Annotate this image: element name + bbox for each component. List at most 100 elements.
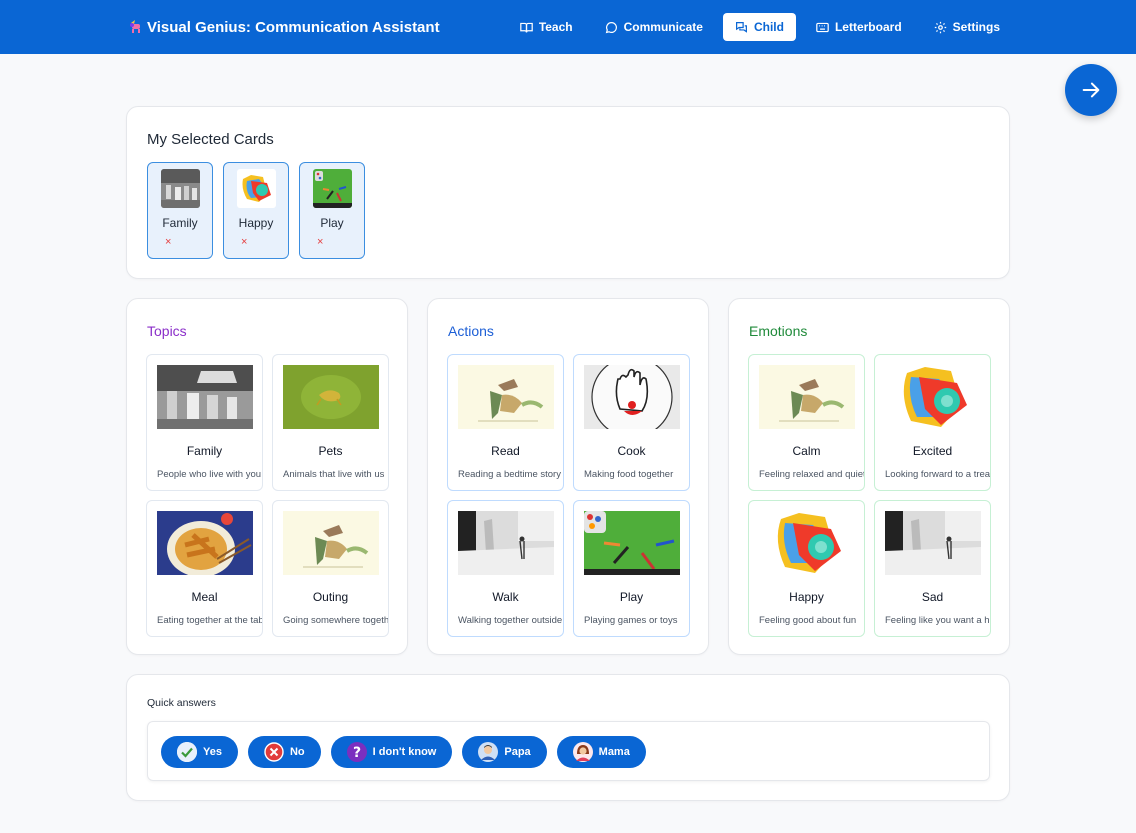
quick-answers-title: Quick answers [147,697,216,709]
answer-dont-know-button[interactable]: ? I don't know [330,736,453,768]
sketch-illustration [458,365,554,429]
nav-letterboard[interactable]: Letterboard [804,13,914,41]
card-grid: Family People who live with you Pets Ani… [146,354,389,637]
family-photo [157,365,253,429]
selected-card-label: Family [162,216,198,230]
nav-teach[interactable]: Teach [508,13,585,41]
app-brand[interactable]: Visual Genius: Communication Assistant [128,0,440,54]
card-description: Playing games or toys [584,615,678,626]
selected-card[interactable]: Happy × [223,162,289,259]
card-tile-walk[interactable]: Walk Walking together outside [447,500,564,637]
pets-photo [283,365,379,429]
answer-no-button[interactable]: No [247,736,321,768]
nav-settings[interactable]: Settings [922,13,1012,41]
answer-yes-button[interactable]: Yes [161,736,238,768]
card-tile-pets[interactable]: Pets Animals that live with us [272,354,389,491]
papa-avatar-icon [478,742,499,762]
card-tile-happy[interactable]: Happy Feeling good about fun [748,500,865,637]
family-photo [161,169,200,208]
answer-mama-button[interactable]: Mama [556,736,646,768]
card-grid: Calm Feeling relaxed and quiet Excited L… [748,354,991,637]
category-title: Actions [448,323,494,339]
selected-card-label: Happy [238,216,274,230]
nav-child[interactable]: Child [722,13,796,41]
check-icon [177,742,197,762]
card-tile-play[interactable]: Play Playing games or toys [573,500,690,637]
nav-communicate[interactable]: Communicate [593,13,715,41]
glove-illustration [584,365,680,429]
card-tile-sad[interactable]: Sad Feeling like you want a hug [874,500,991,637]
meal-photo [157,511,253,575]
svg-text:?: ? [353,745,361,761]
card-tile-excited[interactable]: Excited Looking forward to a treat [874,354,991,491]
selected-cards-list: Family × Happy × Play × [147,162,365,259]
answer-label: Papa [504,746,531,758]
happy-painting [237,169,276,208]
card-title: Happy [789,590,824,604]
selected-card-label: Play [320,216,344,230]
card-tile-meal[interactable]: Meal Eating together at the table [146,500,263,637]
play-photo [584,511,680,575]
selected-card[interactable]: Play × [299,162,365,259]
card-tile-outing[interactable]: Outing Going somewhere together [272,500,389,637]
x-circle-icon [264,742,284,762]
card-title: Calm [792,444,821,458]
nav-label: Teach [538,20,573,34]
gear-icon [934,21,946,33]
card-title: Family [186,444,223,458]
category-title: Topics [147,323,187,339]
answer-papa-button[interactable]: Papa [462,736,547,768]
card-description: Reading a bedtime story [458,469,561,480]
chat-bubbles-icon [735,21,747,33]
answer-label: Yes [203,746,222,758]
card-tile-family[interactable]: Family People who live with you [146,354,263,491]
card-title: Play [619,590,644,604]
remove-icon[interactable]: × [317,236,323,248]
card-title: Walk [492,590,519,604]
card-grid: Read Reading a bedtime story Cook Making… [447,354,690,637]
card-description: Animals that live with us [283,469,385,480]
app-title: Visual Genius: Communication Assistant [147,18,440,36]
actions-panel: Actions Read Reading a bedtime story Coo… [427,298,709,655]
card-description: Walking together outside [458,615,563,626]
card-title: Cook [617,444,646,458]
card-title: Meal [191,590,218,604]
category-title: Emotions [749,323,808,339]
quick-answers-box: Yes No ? I don't know Papa Mama [147,721,990,781]
selected-card[interactable]: Family × [147,162,213,259]
next-button[interactable] [1065,64,1117,116]
answer-label: Mama [598,746,630,758]
answer-label: No [289,746,305,758]
selected-title: My Selected Cards [147,131,274,148]
nav-label: Communicate [623,20,703,34]
card-description: Eating together at the table [157,615,262,626]
sketch-illustration [283,511,379,575]
play-photo [313,169,352,208]
remove-icon[interactable]: × [165,236,171,248]
emotions-panel: Emotions Calm Feeling relaxed and quiet … [728,298,1010,655]
card-title: Outing [312,590,349,604]
card-description: People who live with you [157,469,262,480]
card-description: Feeling good about fun [759,615,857,626]
card-tile-read[interactable]: Read Reading a bedtime story [447,354,564,491]
card-description: Looking forward to a treat [885,469,990,480]
remove-icon[interactable]: × [241,236,247,248]
card-tile-calm[interactable]: Calm Feeling relaxed and quiet [748,354,865,491]
card-title: Read [491,444,520,458]
card-title: Pets [318,444,343,458]
question-icon: ? [346,742,367,762]
mama-avatar-icon [572,742,593,762]
quick-answers-list: Yes No ? I don't know Papa Mama [161,736,646,768]
arrow-right-icon [1082,82,1100,98]
card-description: Feeling relaxed and quiet [759,469,864,480]
keyboard-icon [816,22,829,32]
card-title: Excited [912,444,953,458]
walk-photo [458,511,554,575]
happy-painting [759,511,855,575]
card-description: Making food together [584,469,674,480]
main-nav: Teach Communicate Child Letterboard Sett… [508,13,1012,41]
card-title: Sad [921,590,944,604]
card-tile-cook[interactable]: Cook Making food together [573,354,690,491]
unicorn-logo-icon [128,19,144,35]
chat-bubble-icon [605,21,617,33]
